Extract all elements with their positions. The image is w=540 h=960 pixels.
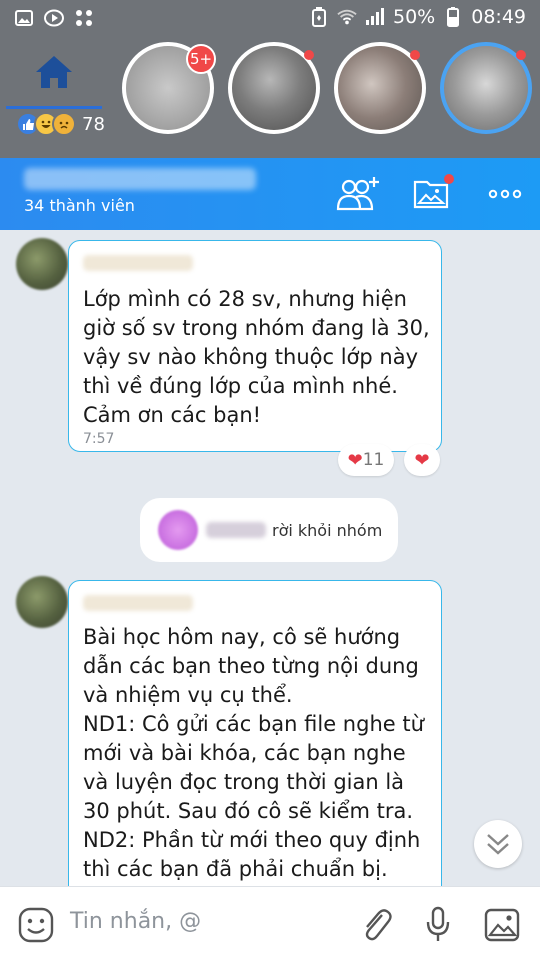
- react-heart-button[interactable]: ❤: [404, 444, 440, 476]
- more-options-button[interactable]: [482, 172, 528, 216]
- reaction-count: 78: [82, 113, 105, 135]
- notice-text: rời khỏi nhóm: [272, 520, 383, 540]
- sticker-button[interactable]: [16, 905, 56, 945]
- message-bubble[interactable]: Bài học hôm nay, cô sẽ hướng dẫn các bạn…: [68, 580, 442, 886]
- sender-name-blurred: [83, 595, 193, 611]
- gallery-new-dot: [444, 174, 454, 184]
- home-tab-indicator: [6, 106, 102, 109]
- double-chevron-down-icon: [487, 834, 509, 855]
- battery-percent: 50%: [393, 6, 436, 28]
- message-time: 7:57: [83, 431, 115, 447]
- home-icon: [36, 56, 72, 88]
- status-bar: 50% 08:49: [0, 0, 540, 36]
- chat-header: 34 thành viên: [0, 158, 540, 230]
- unread-badge: 5+: [186, 44, 216, 74]
- media-notification-icon: [44, 8, 64, 28]
- paperclip-icon: [365, 909, 392, 941]
- voice-button[interactable]: [418, 905, 458, 945]
- home-tab[interactable]: [6, 36, 102, 108]
- chat-head-4-unread-dot: [516, 50, 526, 60]
- reaction-summary[interactable]: 78: [16, 112, 105, 136]
- heart-icon: ❤: [414, 449, 430, 471]
- add-member-button[interactable]: [336, 172, 382, 216]
- sad-reaction-icon: [52, 112, 76, 136]
- message-bubble[interactable]: Lớp mình có 28 sv, nhưng hiện giờ số sv …: [68, 240, 442, 452]
- composer-bar: Tin nhắn, @: [0, 886, 540, 960]
- scroll-to-bottom-button[interactable]: [474, 820, 522, 868]
- clock: 08:49: [471, 6, 526, 28]
- battery-saver-icon: [309, 7, 329, 27]
- wifi-icon: [337, 7, 357, 27]
- reaction-count-label: 11: [362, 450, 385, 470]
- image-button[interactable]: [482, 905, 522, 945]
- attach-button[interactable]: [356, 905, 396, 945]
- notice-user-name-blurred: [206, 522, 266, 538]
- chat-head-2-unread-dot: [304, 50, 314, 60]
- battery-icon: [443, 7, 463, 27]
- image-icon: [484, 908, 520, 942]
- sender-avatar[interactable]: [16, 238, 68, 290]
- heart-icon: ❤: [347, 449, 363, 471]
- gallery-button[interactable]: [410, 172, 456, 216]
- message-list[interactable]: Lớp mình có 28 sv, nhưng hiện giờ số sv …: [0, 230, 540, 886]
- sender-avatar[interactable]: [16, 576, 68, 628]
- message-reaction-count[interactable]: ❤ 11: [338, 444, 394, 476]
- chat-head-3-unread-dot: [410, 50, 420, 60]
- story-overlay: 78 5+: [0, 36, 540, 192]
- signal-icon: [365, 7, 385, 27]
- member-count[interactable]: 34 thành viên: [24, 196, 135, 215]
- apps-notification-icon: [74, 8, 94, 28]
- more-options-icon: [488, 189, 522, 199]
- add-member-icon: [336, 177, 379, 211]
- sender-name-blurred: [83, 255, 193, 271]
- message-input[interactable]: Tin nhắn, @: [70, 909, 201, 934]
- system-notice: rời khỏi nhóm: [140, 498, 398, 562]
- group-name-blurred: [24, 168, 256, 190]
- message-text: Bài học hôm nay, cô sẽ hướng dẫn các bạn…: [83, 625, 424, 881]
- sticker-icon: [18, 907, 54, 943]
- notice-avatar: [158, 510, 198, 550]
- microphone-icon: [426, 906, 450, 941]
- gallery-notification-icon: [14, 8, 34, 28]
- message-text: Lớp mình có 28 sv, nhưng hiện giờ số sv …: [83, 287, 430, 427]
